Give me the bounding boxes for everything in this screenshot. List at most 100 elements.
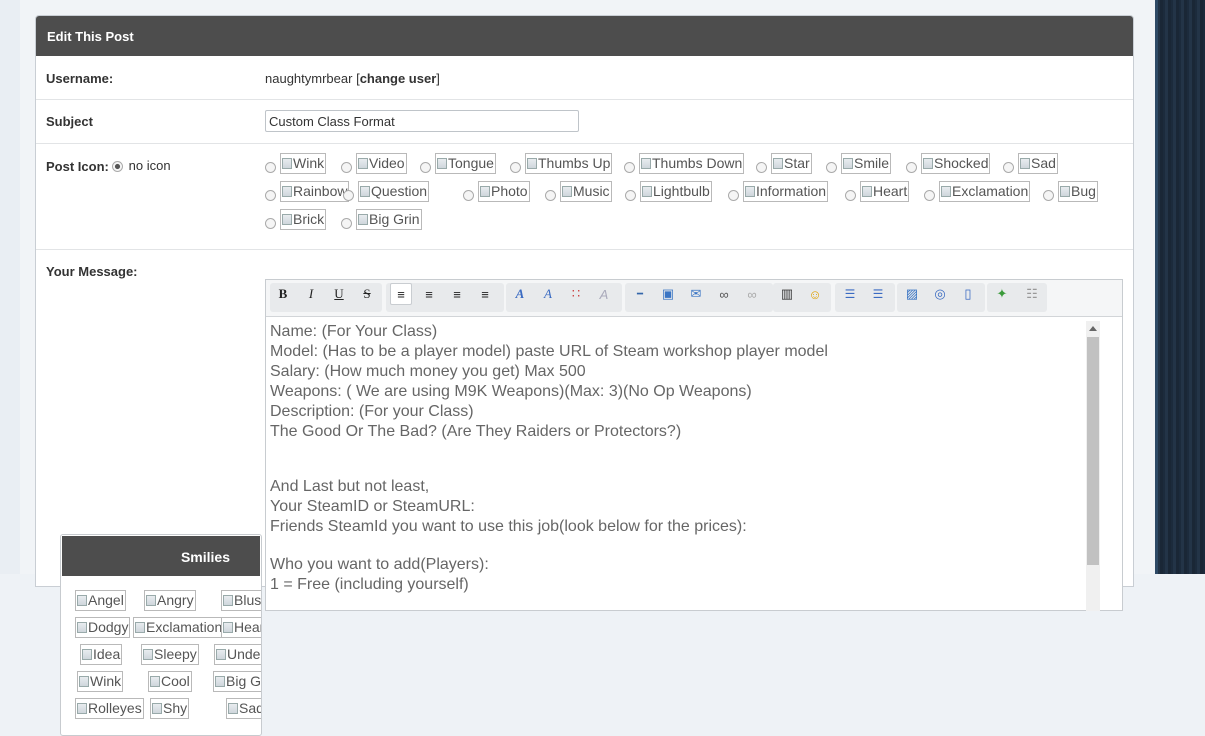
smilie-button[interactable]: Heart: [221, 617, 261, 638]
post-icon-option[interactable]: Thumbs Down: [624, 153, 745, 174]
php-button[interactable]: ◎: [929, 283, 951, 305]
post-icon-option[interactable]: Rainbow: [265, 181, 350, 202]
no-icon-radio[interactable]: [112, 161, 123, 173]
font-size-button[interactable]: A: [537, 283, 559, 305]
post-icon-option[interactable]: Shocked: [906, 153, 991, 174]
video-button[interactable]: ▥: [776, 283, 798, 305]
smilie-button[interactable]: Big Grin: [213, 671, 261, 692]
bullet-list-button[interactable]: ☰: [839, 283, 861, 305]
color-button[interactable]: ∷: [565, 283, 587, 305]
quote-button[interactable]: ▯: [957, 283, 979, 305]
scroll-up-arrow[interactable]: [1089, 326, 1097, 331]
post-icon-radio[interactable]: [826, 162, 837, 173]
image-button[interactable]: ▣: [657, 283, 679, 305]
post-icon-option[interactable]: Wink: [265, 153, 327, 174]
subject-input[interactable]: [265, 110, 579, 132]
smilie-button[interactable]: Cool: [148, 671, 192, 692]
post-icon-option[interactable]: Star: [756, 153, 812, 174]
smilie-button[interactable]: Idea: [80, 644, 123, 665]
message-label: Your Message:: [46, 264, 138, 279]
email-button[interactable]: ✉: [685, 283, 707, 305]
post-icon-radio[interactable]: [265, 190, 276, 201]
post-icon-radio[interactable]: [343, 190, 354, 201]
post-icon-option[interactable]: Brick: [265, 209, 327, 230]
post-icon-radio[interactable]: [1043, 190, 1054, 201]
scroll-thumb[interactable]: [1087, 337, 1099, 565]
post-icon-radio[interactable]: [510, 162, 521, 173]
smilie-button[interactable]: Sleepy: [141, 644, 199, 665]
smilie-button[interactable]: Dodgy: [75, 617, 131, 638]
link-button[interactable]: ∞: [713, 283, 735, 305]
change-user-link[interactable]: change user: [360, 71, 437, 86]
maximize-button[interactable]: ✦: [991, 283, 1013, 305]
post-icon-option[interactable]: Thumbs Up: [510, 153, 613, 174]
post-icon-option[interactable]: Information: [728, 181, 829, 202]
post-icon-image: Brick: [280, 209, 327, 230]
ordered-list-button[interactable]: ☰: [867, 283, 889, 305]
post-icon-radio[interactable]: [265, 218, 276, 229]
post-icon-radio[interactable]: [756, 162, 767, 173]
source-button[interactable]: ☷: [1021, 283, 1043, 305]
smilie-button[interactable]: Rolleyes: [75, 698, 144, 719]
post-icon-option[interactable]: Lightbulb: [625, 181, 712, 202]
post-icon-option[interactable]: Photo: [463, 181, 530, 202]
align-right-icon: ≡: [453, 286, 461, 302]
align-left-button[interactable]: ≡: [390, 283, 412, 305]
italic-button[interactable]: I: [300, 283, 322, 305]
align-right-button[interactable]: ≡: [446, 283, 468, 305]
remove-format-button[interactable]: A: [593, 283, 615, 305]
emoticon-icon: ☺: [808, 286, 822, 302]
smilie-button[interactable]: Blush: [221, 590, 261, 611]
align-center-button[interactable]: ≡: [418, 283, 440, 305]
post-icon-radio[interactable]: [625, 190, 636, 201]
smilie-button[interactable]: Undecided: [214, 644, 261, 665]
post-icon-option[interactable]: Big Grin: [341, 209, 422, 230]
smilie-image: Idea: [80, 644, 123, 665]
underline-button[interactable]: U: [328, 283, 350, 305]
editor-line: Name: (For Your Class): [270, 323, 438, 340]
code-icon: ▨: [905, 286, 919, 301]
font-button[interactable]: A: [509, 283, 531, 305]
post-icon-option[interactable]: Sad: [1003, 153, 1058, 174]
post-icon-radio[interactable]: [924, 190, 935, 201]
post-icon-option[interactable]: Question: [343, 181, 430, 202]
post-icon-radio[interactable]: [265, 162, 276, 173]
post-icon-radio[interactable]: [545, 190, 556, 201]
post-icon-option[interactable]: Music: [545, 181, 612, 202]
post-icon-radio[interactable]: [1003, 162, 1014, 173]
post-icon-radio[interactable]: [728, 190, 739, 201]
unlink-button[interactable]: ∞: [741, 283, 763, 305]
justify-button[interactable]: ≡: [474, 283, 496, 305]
smilie-button[interactable]: Sad: [226, 698, 261, 719]
post-icon-image: Heart: [860, 181, 910, 202]
message-textarea[interactable]: Name: (For Your Class) Model: (Has to be …: [270, 322, 1085, 612]
emoticon-button[interactable]: ☺: [804, 283, 826, 305]
post-icon-option[interactable]: Exclamation: [924, 181, 1031, 202]
smilie-button[interactable]: Wink: [77, 671, 124, 692]
strikethrough-button[interactable]: S: [356, 283, 378, 305]
smilie-button[interactable]: Exclamation: [133, 617, 225, 638]
post-icon-option[interactable]: Smile: [826, 153, 892, 174]
post-icon-option[interactable]: Tongue: [420, 153, 496, 174]
smilie-button[interactable]: Angel: [75, 590, 126, 611]
post-icon-option[interactable]: Bug: [1043, 181, 1098, 202]
smilie-button[interactable]: Angry: [144, 590, 196, 611]
post-icon-radio[interactable]: [420, 162, 431, 173]
post-icon-option[interactable]: Heart: [845, 181, 910, 202]
bold-button[interactable]: B: [272, 283, 294, 305]
post-icon-radio[interactable]: [463, 190, 474, 201]
code-button[interactable]: ▨: [901, 283, 923, 305]
smilie-button[interactable]: Shy: [150, 698, 190, 719]
horizontal-rule-button[interactable]: ━: [629, 283, 651, 305]
editor-scrollbar[interactable]: [1086, 321, 1100, 611]
post-icon-radio[interactable]: [624, 162, 635, 173]
subject-label: Subject: [46, 114, 93, 129]
post-icon-option[interactable]: Video: [341, 153, 407, 174]
post-icon-radio[interactable]: [341, 162, 352, 173]
panel-title: Edit This Post: [36, 16, 1133, 56]
post-icon-radio[interactable]: [906, 162, 917, 173]
post-icon-radio[interactable]: [341, 218, 352, 229]
no-icon-option[interactable]: no icon: [112, 158, 171, 173]
post-icon-radio[interactable]: [845, 190, 856, 201]
post-icon-image: Question: [358, 181, 430, 202]
